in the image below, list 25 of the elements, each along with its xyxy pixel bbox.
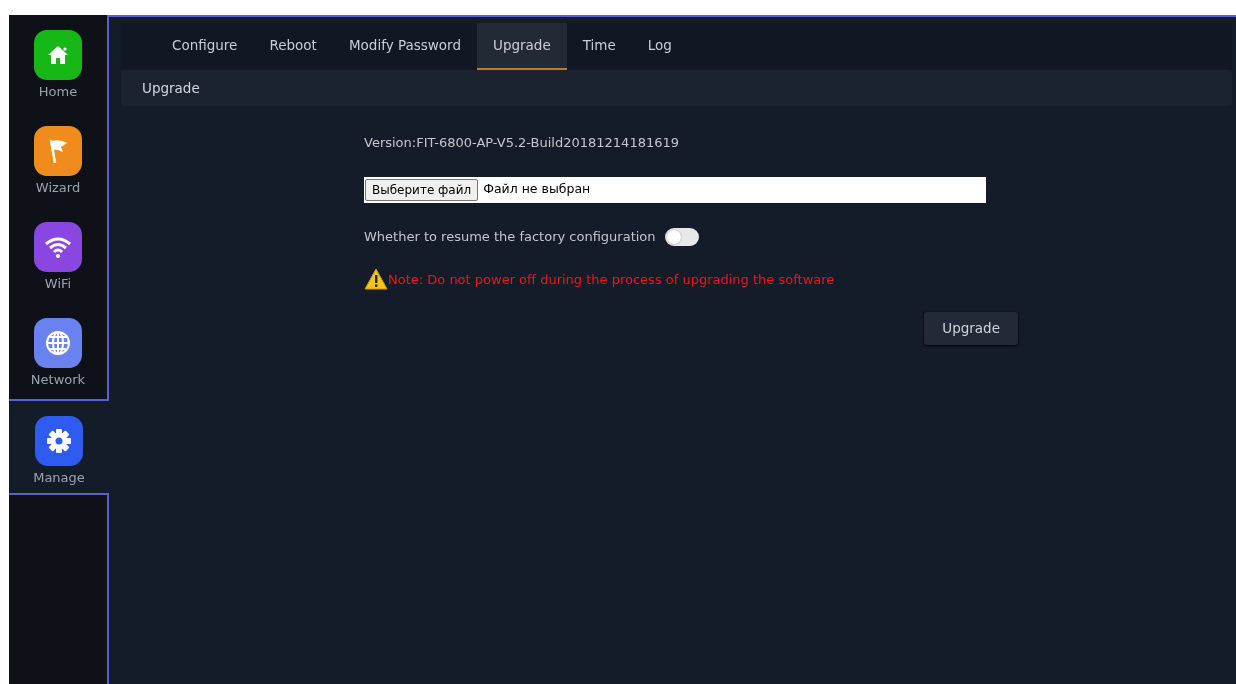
choose-file-button[interactable]: Выберите файл [365, 178, 479, 201]
sidebar-label: Network [30, 371, 86, 389]
tab[interactable]: Reboot [253, 23, 333, 70]
sidebar-item[interactable]: Wizard [9, 111, 109, 207]
sidebar-label: Home [38, 83, 78, 101]
sidebar-label: Wizard [35, 179, 81, 197]
sidebar-item[interactable]: WiFi [9, 207, 109, 303]
tab[interactable]: Modify Password [332, 23, 477, 70]
toggle-switch[interactable] [664, 227, 699, 246]
section-header: Upgrade [121, 70, 1232, 107]
file-field[interactable]: Выберите файл Файл не выбран [364, 176, 986, 203]
upgrade-button[interactable]: Upgrade [924, 312, 1018, 345]
tab[interactable]: Log [631, 23, 688, 70]
tab[interactable]: Upgrade [477, 23, 567, 70]
factory-reset-label: Whether to resume the factory configuration [364, 227, 656, 246]
tab[interactable]: Time [566, 23, 632, 70]
tab[interactable]: Configure [156, 23, 254, 70]
sidebar-item[interactable]: Home [9, 15, 109, 111]
warning-note: Note: Do not power off during the process of upgrading the software [388, 270, 835, 289]
warning-icon [364, 268, 388, 291]
version-text: Version:FIT-6800-AP-V5.2-Build20181214181619 [364, 134, 681, 153]
file-status: Файл не выбран [483, 180, 591, 199]
sidebar-label: WiFi [44, 275, 72, 293]
sidebar-label: Manage [33, 469, 85, 487]
sidebar-item[interactable]: Manage [9, 399, 109, 495]
